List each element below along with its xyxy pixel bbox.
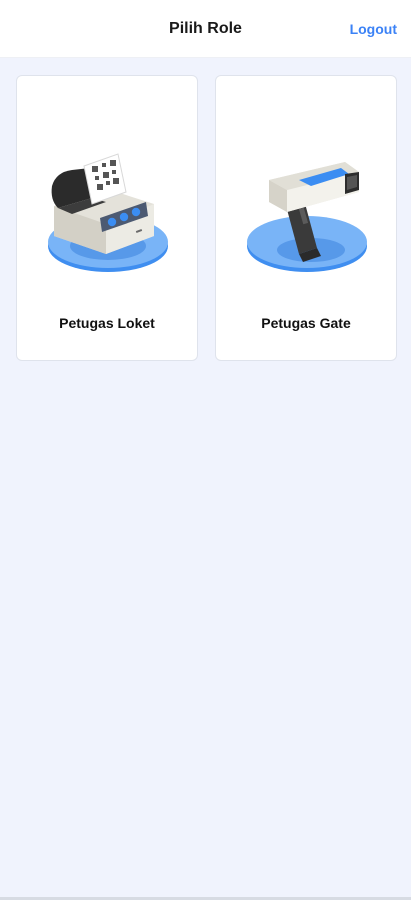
receipt-printer-icon: [48, 153, 168, 272]
role-label: Petugas Loket: [59, 315, 155, 331]
app-root: Pilih Role Logout Petugas Loket Petugas …: [0, 0, 411, 900]
role-grid: Petugas Loket Petugas Gate: [16, 75, 397, 361]
role-label: Petugas Gate: [261, 315, 351, 331]
app-header: Pilih Role Logout: [0, 0, 411, 58]
role-card-petugas-gate[interactable]: Petugas Gate: [215, 75, 397, 361]
role-card-petugas-loket[interactable]: Petugas Loket: [16, 75, 198, 361]
logout-button[interactable]: Logout: [350, 21, 397, 37]
barcode-scanner-icon: [247, 162, 367, 272]
